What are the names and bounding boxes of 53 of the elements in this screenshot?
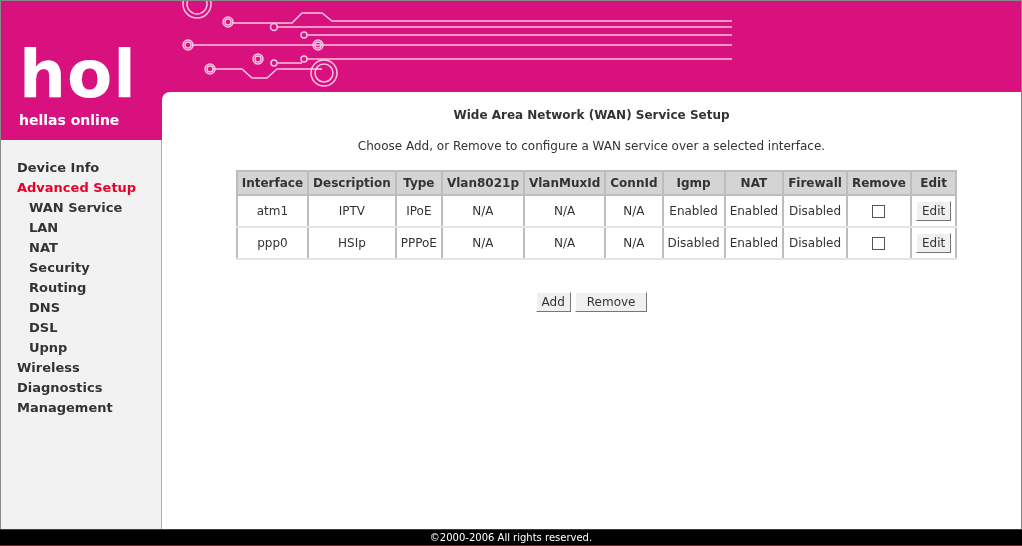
page-title: Wide Area Network (WAN) Service Setup: [453, 108, 730, 122]
nav-item[interactable]: LAN: [17, 218, 161, 238]
column-header: Igmp: [662, 171, 725, 195]
column-header: Firewall: [783, 171, 847, 195]
table-cell: Enabled: [662, 195, 725, 227]
nav-item[interactable]: Diagnostics: [17, 378, 161, 398]
nav-item[interactable]: Routing: [17, 278, 161, 298]
remove-checkbox[interactable]: [872, 205, 886, 218]
logo-tagline: hellas online: [19, 112, 120, 128]
table-cell: HSIp: [308, 227, 396, 259]
table-cell: N/A: [441, 195, 524, 227]
nav-item[interactable]: Upnp: [17, 338, 161, 358]
table-cell: N/A: [441, 227, 524, 259]
nav-item[interactable]: DSL: [17, 318, 161, 338]
table-cell: N/A: [605, 227, 663, 259]
copyright-text: ©2000-2006 All rights reserved.: [429, 532, 593, 543]
table-cell: N/A: [523, 195, 606, 227]
remove-checkbox[interactable]: [872, 237, 886, 250]
column-header: VlanMuxId: [523, 171, 606, 195]
nav-item[interactable]: DNS: [17, 298, 161, 318]
edit-button[interactable]: Edit: [916, 201, 952, 221]
column-header: ConnId: [605, 171, 663, 195]
nav-item[interactable]: NAT: [17, 238, 161, 258]
nav-item[interactable]: WAN Service: [17, 198, 161, 218]
nav-item[interactable]: Wireless: [17, 358, 161, 378]
table-cell: N/A: [605, 195, 663, 227]
table-cell: Disabled: [662, 227, 725, 259]
table-cell: IPTV: [308, 195, 396, 227]
table-cell: Enabled: [724, 227, 784, 259]
column-header: Edit: [911, 171, 957, 195]
column-header: NAT: [724, 171, 784, 195]
column-header: Interface: [236, 171, 309, 195]
column-header: Remove: [846, 171, 911, 195]
nav-item[interactable]: Device Info: [17, 158, 161, 178]
table-cell: ppp0: [236, 227, 309, 259]
column-header: Description: [308, 171, 396, 195]
table-cell: Disabled: [783, 195, 847, 227]
column-header: Type: [395, 171, 442, 195]
table-cell: atm1: [236, 195, 309, 227]
edit-button[interactable]: Edit: [916, 233, 952, 253]
table-cell: N/A: [523, 227, 606, 259]
column-header: Vlan8021p: [441, 171, 524, 195]
table-cell: Enabled: [724, 195, 784, 227]
table-cell: Disabled: [783, 227, 847, 259]
action-button[interactable]: Remove: [574, 292, 648, 312]
nav-item[interactable]: Security: [17, 258, 161, 278]
instructions-text: Choose Add, or Remove to configure a WAN service over a selected interface.: [357, 139, 826, 153]
nav-item[interactable]: Management: [17, 398, 161, 418]
logo-mark: hol: [19, 42, 137, 108]
action-button[interactable]: Add: [535, 292, 571, 312]
nav-item[interactable]: Advanced Setup: [17, 178, 161, 198]
table-cell: IPoE: [395, 195, 442, 227]
table-cell: PPPoE: [395, 227, 442, 259]
